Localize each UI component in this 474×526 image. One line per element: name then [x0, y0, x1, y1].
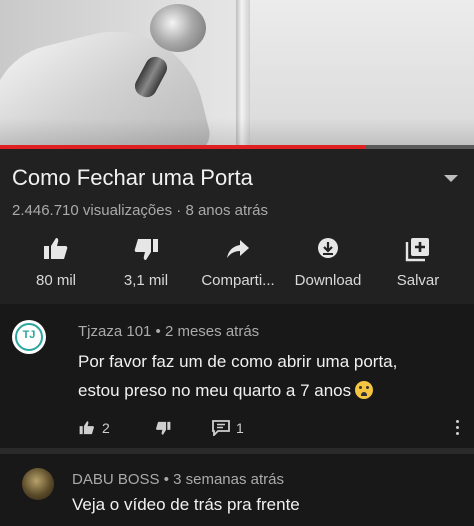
add-to-playlist-icon: [405, 238, 429, 262]
dislike-count: 3,1 mil: [123, 272, 169, 289]
download-icon: [318, 238, 338, 258]
thumbs-down-icon: [134, 239, 158, 260]
comment-like-count: 2: [102, 420, 110, 436]
comment-reply-count: 1: [236, 420, 244, 436]
video-meta: 2.446.710 visualizações · 8 anos atrás: [12, 202, 268, 219]
crying-face-icon: [355, 381, 374, 399]
comment-like-button[interactable]: 2: [78, 418, 110, 438]
video-actions: 80 mil 3,1 mil Comparti... Download Salv…: [0, 232, 474, 296]
share-button[interactable]: Comparti...: [192, 232, 284, 296]
like-button[interactable]: 80 mil: [10, 232, 102, 296]
comment-text-line: Por favor faz um de como abrir uma porta…: [78, 352, 398, 371]
video-title: Como Fechar uma Porta: [12, 165, 253, 190]
download-label: Download: [294, 272, 362, 289]
video-progress-fill: [0, 145, 365, 149]
expand-description-icon[interactable]: [440, 170, 462, 186]
video-progress-bar[interactable]: [0, 145, 474, 149]
comment-author-time: DABU BOSS • 3 semanas atrás: [72, 471, 284, 488]
more-options-icon[interactable]: [452, 418, 462, 438]
thumbs-up-icon: [79, 421, 94, 435]
comment-actions: 2 1: [78, 418, 468, 438]
video-frame-door-knob: [150, 4, 206, 52]
share-label: Comparti...: [201, 272, 275, 289]
comment-card: [0, 454, 474, 526]
video-player[interactable]: [0, 0, 474, 148]
avatar[interactable]: TJ: [12, 320, 46, 354]
download-button[interactable]: Download: [282, 232, 374, 296]
comment-author-time: Tjzaza 101 • 2 meses atrás: [78, 323, 260, 340]
dislike-button[interactable]: 3,1 mil: [100, 232, 192, 296]
comment-text-line: estou preso no meu quarto a 7 anos: [78, 381, 352, 400]
share-icon: [227, 240, 249, 258]
comment-dislike-button[interactable]: [154, 418, 172, 438]
avatar[interactable]: [22, 468, 54, 500]
thumbs-up-icon: [44, 238, 68, 259]
thumbs-down-icon: [156, 421, 171, 435]
save-label: Salvar: [396, 272, 440, 289]
like-count: 80 mil: [35, 272, 76, 289]
avatar-initials: TJ: [22, 329, 36, 341]
comment-text: Por favor faz um de como abrir uma porta…: [78, 347, 448, 405]
comment-reply-button[interactable]: 1: [212, 418, 244, 438]
comment-text: Veja o vídeo de trás pra frente: [72, 495, 300, 514]
reply-icon: [212, 420, 230, 436]
video-frame-shadow: [0, 118, 474, 148]
save-button[interactable]: Salvar: [372, 232, 464, 296]
